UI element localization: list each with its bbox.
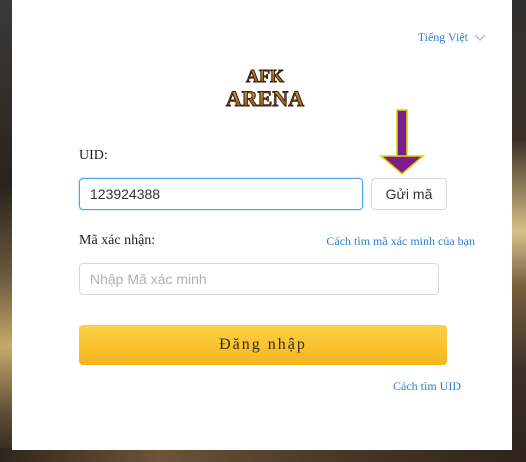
- svg-text:AFK: AFK: [246, 66, 284, 86]
- background-bottom: [0, 448, 526, 462]
- uid-label: UID:: [79, 148, 108, 163]
- language-label: Tiếng Việt: [417, 30, 468, 44]
- verification-code-label: Mã xác nhận:: [79, 233, 156, 248]
- login-panel: Tiếng Việt AFK ARENA UID: 123924388 Gửi …: [12, 0, 512, 450]
- verification-code-input[interactable]: Nhập Mã xác minh: [79, 263, 439, 295]
- send-code-button[interactable]: Gửi mã: [371, 178, 447, 210]
- uid-value: 123924388: [90, 186, 161, 202]
- background-left: [0, 0, 12, 462]
- find-uid-link[interactable]: Cách tìm UID: [393, 379, 461, 394]
- language-selector[interactable]: Tiếng Việt: [418, 30, 486, 45]
- chevron-down-icon: [474, 34, 486, 41]
- find-verification-code-link[interactable]: Cách tìm mã xác minh của bạn: [326, 234, 475, 249]
- annotation-arrow-icon: [378, 109, 426, 175]
- afk-arena-logo: AFK ARENA: [225, 66, 304, 112]
- verification-code-placeholder: Nhập Mã xác minh: [90, 271, 207, 287]
- background-right: [512, 0, 526, 462]
- svg-text:ARENA: ARENA: [226, 86, 304, 111]
- uid-input[interactable]: 123924388: [79, 178, 363, 210]
- login-button[interactable]: Đăng nhập: [79, 325, 447, 365]
